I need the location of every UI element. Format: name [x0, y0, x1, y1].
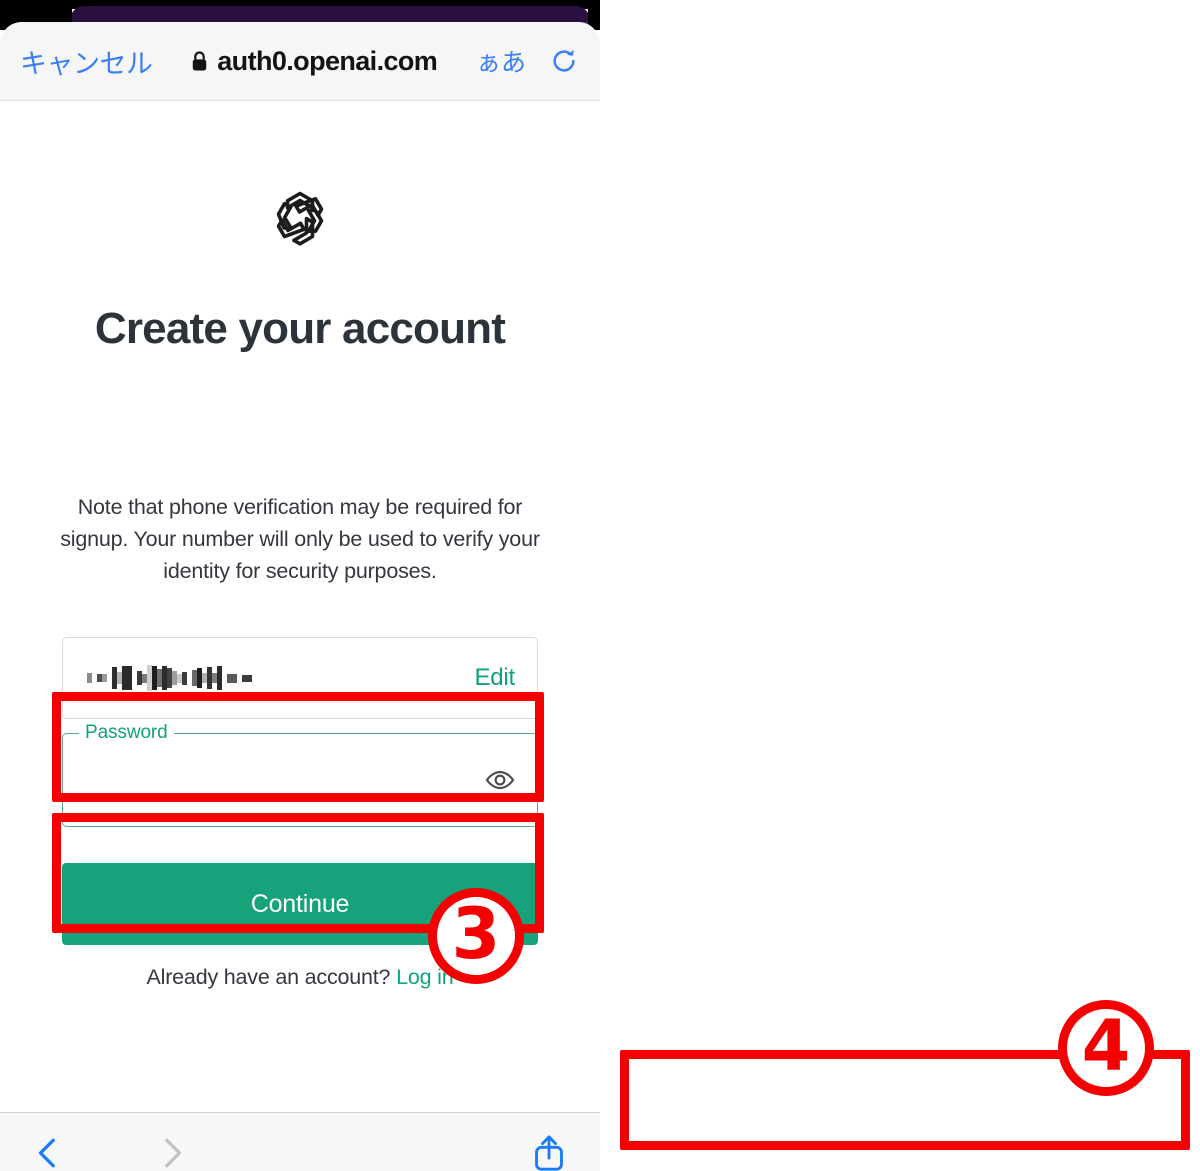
- login-prompt-text: Already have an account?: [146, 965, 391, 989]
- step-marker-3: 3: [428, 888, 524, 984]
- edit-email-button[interactable]: Edit: [474, 664, 515, 692]
- password-label: Password: [79, 722, 174, 744]
- lock-icon: [193, 50, 207, 71]
- openai-logo-icon: [276, 191, 324, 246]
- browser-sheet: キャンセル auth0.openai.com ぁあ Create your ac…: [0, 22, 600, 1171]
- chevron-left-icon[interactable]: [30, 1133, 66, 1171]
- browser-toolbar: キャンセル auth0.openai.com ぁあ: [0, 22, 600, 100]
- password-field[interactable]: Password: [62, 722, 538, 827]
- screenshot-root: キャンセル auth0.openai.com ぁあ Create your ac…: [0, 0, 1200, 1171]
- share-icon[interactable]: [532, 1132, 566, 1171]
- url-text: auth0.openai.com: [217, 45, 438, 76]
- address-bar[interactable]: auth0.openai.com: [157, 46, 472, 77]
- page-subtitle: Note that phone verification may be requ…: [60, 495, 540, 583]
- email-masked-value: [87, 665, 252, 691]
- safari-in-app-browser-panel: キャンセル auth0.openai.com ぁあ Create your ac…: [0, 0, 600, 1171]
- step-marker-4: 4: [1058, 1000, 1154, 1096]
- page-title: Create your account: [94, 304, 506, 353]
- chevron-right-icon: [165, 1138, 182, 1168]
- eye-icon[interactable]: [485, 765, 515, 795]
- reload-icon[interactable]: [550, 47, 578, 75]
- browser-bottom-toolbar: [0, 1112, 600, 1171]
- email-field-readonly[interactable]: Edit: [62, 637, 538, 719]
- verify-email-panel: Sign out Verify your email We sent an em…: [600, 0, 1200, 1171]
- text-size-button[interactable]: ぁあ: [476, 43, 526, 79]
- cancel-button[interactable]: キャンセル: [20, 42, 153, 81]
